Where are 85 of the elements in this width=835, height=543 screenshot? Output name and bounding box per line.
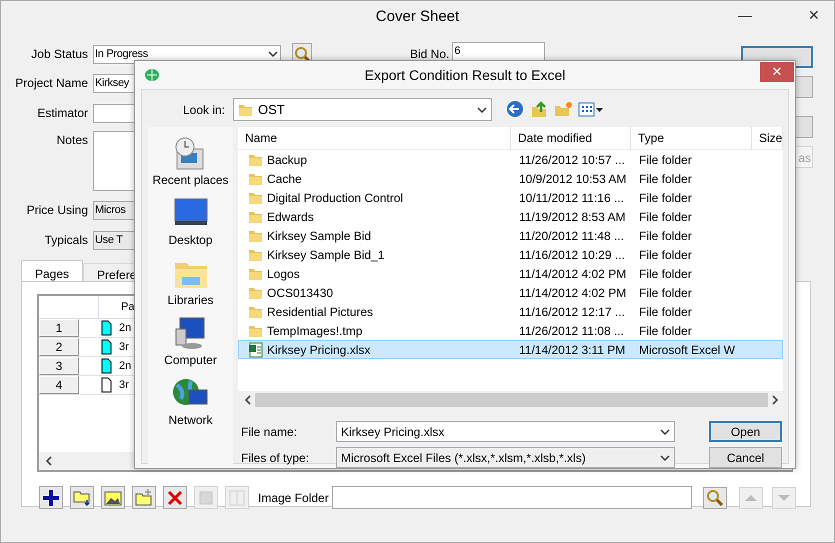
field-label: Estimator — [37, 106, 88, 120]
file-name: TempImages!.tmp — [267, 322, 362, 340]
table-cell-text: 2n — [119, 320, 132, 336]
field-label: Look in: — [182, 102, 226, 118]
table-cell: 10/11/2012 11:16 ... — [519, 190, 624, 204]
field-label: Price Using — [26, 203, 88, 217]
column-header[interactable]: Date modified — [511, 126, 631, 150]
table-cell: 10/9/2012 10:53 AM — [519, 172, 626, 186]
table-cell: File folder — [639, 210, 692, 224]
table-cell: File folder — [639, 172, 692, 186]
file-name: Edwards — [267, 208, 314, 226]
window-title: Cover Sheet — [376, 6, 460, 27]
table-cell-text: 2n — [119, 358, 132, 374]
column-header: Pa — [120, 300, 134, 315]
field-label: Files of type: — [241, 450, 310, 464]
table-cell: File folder — [639, 324, 692, 338]
file-row[interactable]: TempImages!.tmp 11/26/2012 11:08 ... File folder — [238, 321, 783, 340]
table-cell-text: 3r — [119, 378, 129, 393]
column-header[interactable]: Size — [752, 126, 783, 150]
place-item[interactable]: Computer — [164, 315, 217, 375]
file-name: Kirksey Pricing.xlsx — [267, 342, 370, 358]
file-name: Logos — [267, 266, 300, 282]
row-header[interactable]: 3 — [39, 357, 79, 375]
table-cell: File folder — [639, 190, 692, 204]
file-row[interactable]: Kirksey Sample Bid 11/20/2012 11:48 ... File folder — [238, 226, 783, 245]
table-cell: 11/16/2012 12:17 ... — [519, 304, 625, 318]
table-cell: 11/14/2012 3:11 PM — [519, 342, 626, 356]
place-item[interactable]: Recent places — [152, 135, 229, 195]
file-row[interactable]: Digital Production Control 10/11/2012 11:16 ... File folder — [238, 188, 783, 207]
file-row[interactable]: Logos 11/14/2012 4:02 PM File folder — [238, 264, 783, 283]
column-header[interactable]: Name — [238, 126, 511, 150]
file-row[interactable]: Kirksey Sample Bid_1 11/16/2012 10:29 ... File folder — [238, 245, 783, 264]
dialog-title: Export Condition Result to Excel — [364, 66, 566, 85]
minimize-button[interactable]: — — [738, 7, 752, 23]
field-label: Job Status — [31, 47, 88, 61]
field-label: Typicals — [44, 233, 88, 247]
table-cell: 11/26/2012 10:57 ... — [519, 152, 625, 166]
file-row[interactable]: Backup 11/26/2012 10:57 ... File folder — [238, 150, 783, 169]
file-name: OCS013430 — [267, 284, 334, 302]
place-item[interactable]: Network — [168, 375, 212, 435]
row-header[interactable]: 1 — [39, 319, 79, 337]
file-name: Cache — [267, 170, 302, 188]
table-cell: 11/20/2012 11:48 ... — [519, 228, 624, 242]
table-cell: Microsoft Excel W — [639, 342, 736, 356]
field-label: Notes — [56, 133, 88, 147]
place-item[interactable]: Libraries — [167, 255, 214, 315]
table-cell: 11/26/2012 11:08 ... — [519, 324, 624, 338]
tab[interactable]: Pages — [21, 260, 84, 281]
table-cell: File folder — [639, 248, 692, 262]
file-row[interactable]: Cache 10/9/2012 10:53 AM File folder — [238, 169, 783, 188]
button[interactable]: Open — [709, 421, 782, 442]
file-name-field[interactable]: Kirksey Pricing.xlsx — [336, 421, 675, 442]
file-type-dropdown[interactable]: Microsoft Excel Files (*.xlsx,*.xlsm,*.xlsb,*.xls) — [336, 447, 675, 468]
field-label: Image Folder — [258, 490, 329, 506]
table-cell: 11/14/2012 4:02 PM — [519, 286, 626, 300]
table-cell: 11/19/2012 8:53 AM — [519, 210, 626, 224]
file-name: Backup — [267, 152, 308, 168]
table-cell: File folder — [639, 266, 692, 280]
look-in-dropdown[interactable]: OST — [233, 98, 492, 121]
file-row[interactable]: OCS013430 11/14/2012 4:02 PM File folder — [238, 283, 783, 302]
file-name: Digital Production Control — [267, 190, 404, 206]
table-cell: 11/14/2012 4:02 PM — [519, 266, 626, 280]
row-header[interactable]: 4 — [39, 376, 79, 394]
field-label: Bid No. — [410, 46, 450, 63]
row-header[interactable]: 2 — [39, 338, 79, 356]
close-button[interactable]: ✕ — [760, 62, 794, 82]
file-row[interactable]: Edwards 11/19/2012 8:53 AM File folder — [238, 207, 783, 226]
table-cell: 11/16/2012 10:29 ... — [519, 248, 625, 262]
place-item[interactable]: Desktop — [168, 195, 213, 255]
table-cell: File folder — [639, 304, 692, 318]
file-name: Kirksey Sample Bid_1 — [267, 246, 384, 264]
close-button[interactable]: ✕ — [808, 7, 820, 23]
column-header[interactable]: Type — [631, 126, 752, 150]
file-row[interactable]: Kirksey Pricing.xlsx 11/14/2012 3:11 PM Microsoft Excel W — [238, 340, 783, 359]
button[interactable]: Cancel — [709, 447, 782, 468]
table-cell: File folder — [639, 152, 692, 166]
table-cell-text: 3r — [119, 340, 129, 355]
file-name: Residential Pictures — [267, 304, 374, 320]
file-row[interactable]: Residential Pictures 11/16/2012 12:17 ... File folder — [238, 302, 783, 321]
table-cell: File folder — [639, 286, 692, 300]
file-name: Kirksey Sample Bid — [267, 228, 372, 244]
table-cell: File folder — [639, 228, 692, 242]
text-field[interactable]: 6 — [452, 42, 546, 61]
field-label: Project Name — [15, 76, 88, 90]
field-label: File name: — [241, 424, 298, 438]
